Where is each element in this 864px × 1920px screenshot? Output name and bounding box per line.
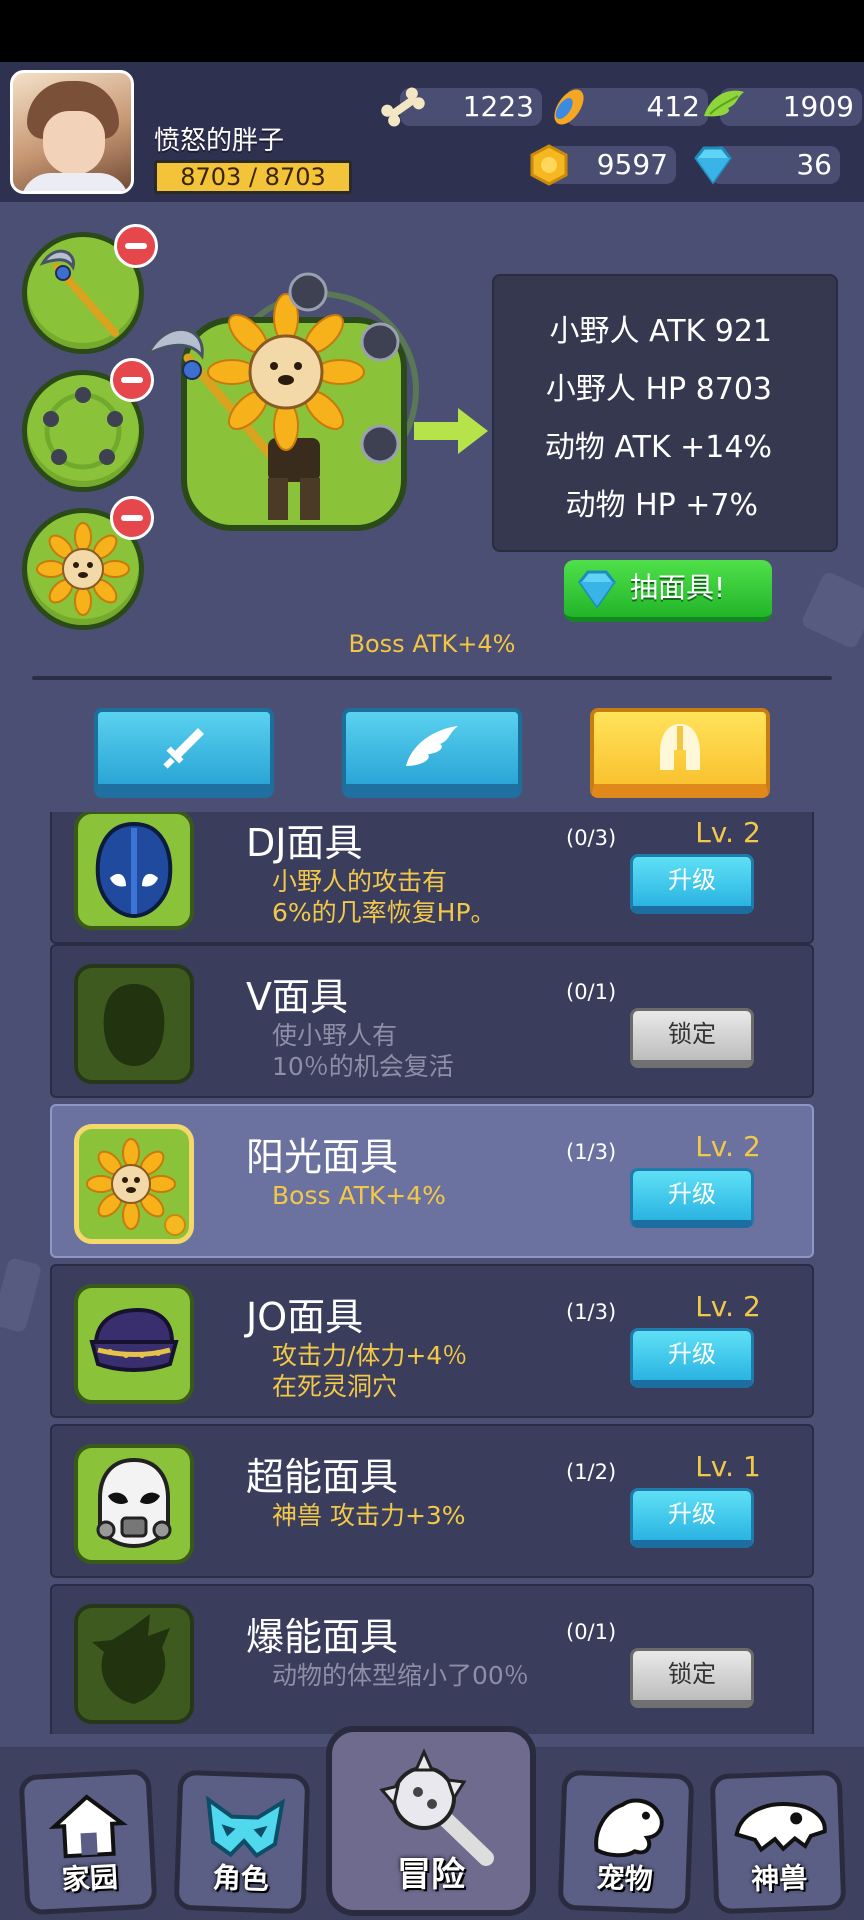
mask-count: (0/1)	[566, 980, 617, 1004]
dino-skull-icon	[734, 1802, 827, 1853]
arrow-right-icon	[414, 408, 488, 454]
tab-mask[interactable]	[590, 708, 770, 798]
v-mask-silhouette-icon	[103, 984, 165, 1066]
upgrade-button[interactable]: 升级	[630, 1168, 754, 1228]
player-hp-text: 8703 / 8703	[180, 163, 326, 191]
mask-card-jo[interactable]: JO面具 (1/3) 攻击力/体力+4％ 在死灵洞穴 Lv. 2 升级	[50, 1264, 814, 1418]
mask-desc: 神兽 攻击力+3%	[272, 1501, 466, 1530]
mask-count: (0/1)	[566, 1620, 617, 1644]
stat-atk: 小野人 ATK 921	[549, 314, 772, 349]
helmet-icon	[660, 724, 700, 770]
mask-desc: 小野人的攻击有 6%的几率恢复HP。	[272, 867, 496, 927]
wing-icon	[406, 726, 458, 766]
resource-value: 9597	[596, 148, 668, 181]
trooper-helmet-icon	[96, 1457, 172, 1549]
mask-icon-box	[74, 1444, 194, 1564]
mask-count: (0/3)	[566, 826, 617, 850]
mask-name: JO面具	[246, 1295, 364, 1339]
mask-card-sunshine[interactable]: 阳光面具 (1/3) Boss ATK+4% Lv. 2 升级	[50, 1104, 814, 1258]
mask-level: Lv. 2	[695, 816, 761, 849]
mask-icon-box	[74, 964, 194, 1084]
explosive-mask-silhouette-icon	[92, 1614, 170, 1704]
nav-beast[interactable]: 神兽	[709, 1769, 847, 1915]
mask-level: Lv. 1	[695, 1450, 761, 1483]
avatar[interactable]	[10, 70, 134, 194]
mask-icon-box	[74, 1604, 194, 1724]
diamond-icon	[578, 570, 616, 609]
status-bar	[0, 0, 864, 62]
resource-gold: 9597	[530, 144, 676, 186]
mask-name: 阳光面具	[246, 1135, 399, 1179]
resource-value: 1909	[782, 90, 854, 123]
mask-desc: 使小野人有 10％的机会复活	[272, 1021, 454, 1081]
mask-name: DJ面具	[246, 821, 363, 865]
resource-value: 412	[646, 90, 700, 123]
nav-character[interactable]: 角色	[173, 1769, 311, 1915]
sword-icon	[163, 728, 204, 769]
stat-animal-hp: 动物 HP +7%	[565, 488, 758, 523]
dj-mask-icon	[95, 821, 173, 919]
mask-list[interactable]: DJ面具 (0/3) 小野人的攻击有 6%的几率恢复HP。 Lv. 2 升级 V…	[0, 812, 864, 1734]
pet-icon	[594, 1798, 664, 1858]
upgrade-button[interactable]: 升级	[630, 1488, 754, 1548]
resource-bone: 1223	[381, 87, 542, 127]
mask-level: Lv. 2	[695, 1130, 761, 1163]
mask-level: Lv. 2	[695, 1290, 761, 1323]
nav-label: 家园	[61, 1860, 119, 1897]
tab-weapon[interactable]	[94, 708, 274, 798]
divider	[32, 676, 832, 680]
nav-adventure[interactable]: 冒险	[326, 1726, 536, 1916]
upgrade-button[interactable]: 升级	[630, 854, 754, 914]
bone-icon	[381, 87, 425, 127]
mask-name: V面具	[246, 975, 348, 1019]
nav-label: 冒险	[397, 1855, 465, 1895]
mask-card-v[interactable]: V面具 (0/1) 使小野人有 10％的机会复活 锁定	[50, 944, 814, 1098]
stats-box: 小野人 ATK 921 小野人 HP 8703 动物 ATK +14% 动物 H…	[492, 274, 838, 552]
mask-bonus-text: Boss ATK+4%	[348, 630, 516, 658]
stat-hp: 小野人 HP 8703	[545, 372, 772, 407]
nav-label: 神兽	[750, 1861, 808, 1896]
locked-button[interactable]: 锁定	[630, 1008, 754, 1068]
locked-button[interactable]: 锁定	[630, 1648, 754, 1708]
gold-coin-icon	[530, 144, 568, 186]
mask-count: (1/3)	[566, 1300, 617, 1324]
mask-card-super[interactable]: 超能面具 (1/2) 神兽 攻击力+3% Lv. 1 升级	[50, 1424, 814, 1578]
mask-card-explosive[interactable]: 爆能面具 (0/1) 动物的体型缩小了00％ 锁定	[50, 1584, 814, 1734]
green-wing-icon	[704, 90, 744, 117]
stat-animal-atk: 动物 ATK +14%	[544, 430, 772, 465]
nav-home[interactable]: 家园	[18, 1768, 158, 1916]
draw-mask-button[interactable]: 抽面具!	[564, 560, 772, 622]
mask-icon-box	[74, 1284, 194, 1404]
mask-name: 超能面具	[246, 1455, 399, 1499]
upgrade-button[interactable]: 升级	[630, 1328, 754, 1388]
nav-pet[interactable]: 宠物	[557, 1769, 695, 1915]
mask-name: 爆能面具	[246, 1615, 399, 1659]
mask-count: (1/2)	[566, 1460, 617, 1484]
resource-diamond: 36	[694, 146, 840, 185]
mask-count: (1/3)	[566, 1140, 617, 1164]
resource-value: 1223	[462, 90, 534, 123]
mask-desc: 动物的体型缩小了00％	[272, 1661, 529, 1690]
resource-wing: 1909	[704, 88, 862, 126]
mask-desc: 攻击力/体力+4％ 在死灵洞穴	[272, 1341, 468, 1401]
home-icon	[48, 1794, 128, 1859]
mask-icon-box	[74, 1124, 194, 1244]
mask-icon-box	[74, 812, 194, 930]
diamond-icon	[694, 146, 732, 185]
tab-accessory[interactable]	[342, 708, 522, 798]
resource-feather: 412	[554, 88, 708, 126]
mask-desc: Boss ATK+4%	[272, 1181, 446, 1210]
player-name: 愤怒的胖子	[154, 126, 285, 156]
resource-value: 36	[796, 148, 832, 181]
character-preview	[144, 272, 419, 531]
sunflower-mask-icon	[86, 1138, 186, 1236]
nav-label: 角色	[212, 1861, 270, 1896]
draw-mask-label: 抽面具!	[630, 571, 726, 604]
feather-icon	[554, 89, 584, 125]
jo-hat-icon	[89, 1307, 179, 1372]
mask-card-dj[interactable]: DJ面具 (0/3) 小野人的攻击有 6%的几率恢复HP。 Lv. 2 升级	[50, 812, 814, 944]
player-hp-bar: 8703 / 8703	[154, 160, 352, 194]
mask-icon	[205, 1795, 286, 1859]
nav-label: 宠物	[596, 1861, 654, 1896]
